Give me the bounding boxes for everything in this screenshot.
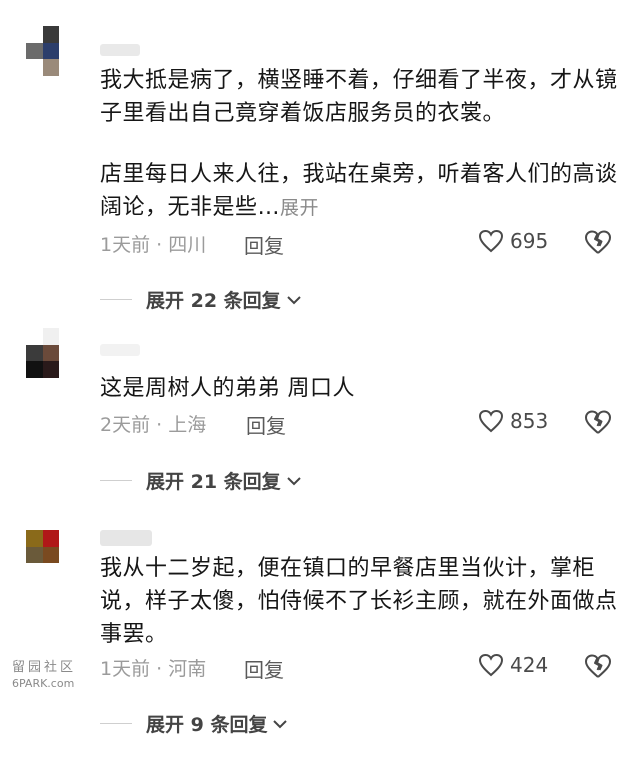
expand-replies-label: 展开 9 条回复 [146, 714, 268, 736]
comment-paragraph: 这是周树人的弟弟 周口人 [100, 376, 355, 401]
avatar-pixel [26, 344, 43, 362]
avatar-pixel [59, 530, 76, 547]
divider [100, 299, 132, 300]
dislike-button[interactable] [584, 653, 612, 683]
avatar-pixel [26, 530, 43, 547]
heart-icon [478, 653, 504, 677]
avatar-pixel [59, 563, 76, 580]
comment-text: 我大抵是病了，横竖睡不着，仔细看了半夜，才从镜子里看出自己竟穿着饭店服务员的衣裳… [100, 64, 620, 225]
watermark-line-1: 留园社区 [12, 660, 77, 675]
like-count: 424 [510, 653, 549, 677]
expand-replies-button[interactable]: 展开 9 条回复 [100, 710, 289, 737]
avatar[interactable] [26, 328, 76, 378]
chevron-down-icon [273, 719, 288, 728]
divider [100, 723, 132, 724]
dislike-button[interactable] [584, 229, 612, 259]
avatar-pixel [42, 59, 60, 76]
watermark: 留园社区 6PARK.com [12, 660, 76, 692]
expand-text-link[interactable]: 展开 [280, 197, 319, 219]
expand-replies-label: 展开 22 条回复 [146, 290, 281, 312]
comment-text: 我从十二岁起，便在镇口的早餐店里当伙计，掌柜说，样子太傻，怕侍候不了长衫主顾，就… [100, 552, 620, 651]
avatar-pixel [42, 328, 60, 345]
expand-replies-button[interactable]: 展开 21 条回复 [100, 467, 303, 494]
expand-replies-label: 展开 21 条回复 [146, 471, 281, 493]
avatar-pixel [42, 361, 60, 378]
watermark-line-2: 6PARK.com [12, 677, 75, 690]
avatar-pixel [59, 26, 76, 43]
avatar-pixel [59, 361, 76, 378]
avatar-pixel [26, 361, 43, 378]
avatar-pixel [26, 328, 43, 345]
dislike-button[interactable] [584, 409, 612, 439]
comment-paragraph: 我从十二岁起，便在镇口的早餐店里当伙计，掌柜说，样子太傻，怕侍候不了长衫主顾，就… [100, 556, 618, 647]
avatar-pixel [59, 328, 76, 345]
chevron-down-icon [286, 476, 301, 485]
avatar-pixel [42, 26, 60, 43]
reply-button[interactable]: 回复 [246, 410, 286, 439]
heart-icon [478, 229, 504, 253]
avatar-pixel [42, 344, 60, 362]
comment-meta: 1天前 · 河南 [100, 658, 207, 680]
username-redacted[interactable] [100, 530, 152, 546]
comment-paragraph: 我大抵是病了，横竖睡不着，仔细看了半夜，才从镜子里看出自己竟穿着饭店服务员的衣裳… [100, 68, 618, 126]
reply-button[interactable]: 回复 [244, 230, 284, 259]
avatar-pixel [59, 344, 76, 362]
avatar-pixel [59, 59, 76, 76]
avatar-pixel [26, 563, 43, 580]
like-count: 695 [510, 229, 549, 253]
avatar-pixel [59, 546, 76, 564]
like-button[interactable]: 695 [478, 229, 548, 253]
heart-icon [478, 409, 504, 433]
comment-meta: 1天前 · 四川 [100, 234, 207, 256]
avatar-pixel [26, 42, 43, 60]
avatar[interactable] [26, 26, 76, 76]
comment-text: 这是周树人的弟弟 周口人 [100, 372, 620, 405]
avatar-pixel [26, 546, 43, 564]
avatar-pixel [59, 42, 76, 60]
like-button[interactable]: 853 [478, 409, 548, 433]
expand-replies-button[interactable]: 展开 22 条回复 [100, 286, 303, 313]
avatar-pixel [42, 563, 60, 580]
like-button[interactable]: 424 [478, 653, 548, 677]
broken-heart-icon [585, 410, 611, 434]
broken-heart-icon [585, 230, 611, 254]
username-redacted[interactable] [100, 44, 140, 56]
avatar-pixel [26, 59, 43, 76]
username-redacted[interactable] [100, 344, 140, 356]
like-count: 853 [510, 409, 549, 433]
broken-heart-icon [585, 654, 611, 678]
chevron-down-icon [286, 295, 301, 304]
avatar-pixel [42, 530, 60, 547]
avatar-pixel [42, 42, 60, 60]
avatar-pixel [26, 26, 43, 43]
comment-paragraph: 店里每日人来人往，我站在桌旁，听着客人们的高谈阔论，无非是些…展开 [100, 162, 618, 220]
reply-button[interactable]: 回复 [244, 654, 284, 683]
divider [100, 480, 132, 481]
avatar-pixel [42, 546, 60, 564]
comment-meta: 2天前 · 上海 [100, 414, 207, 436]
avatar[interactable] [26, 530, 76, 580]
